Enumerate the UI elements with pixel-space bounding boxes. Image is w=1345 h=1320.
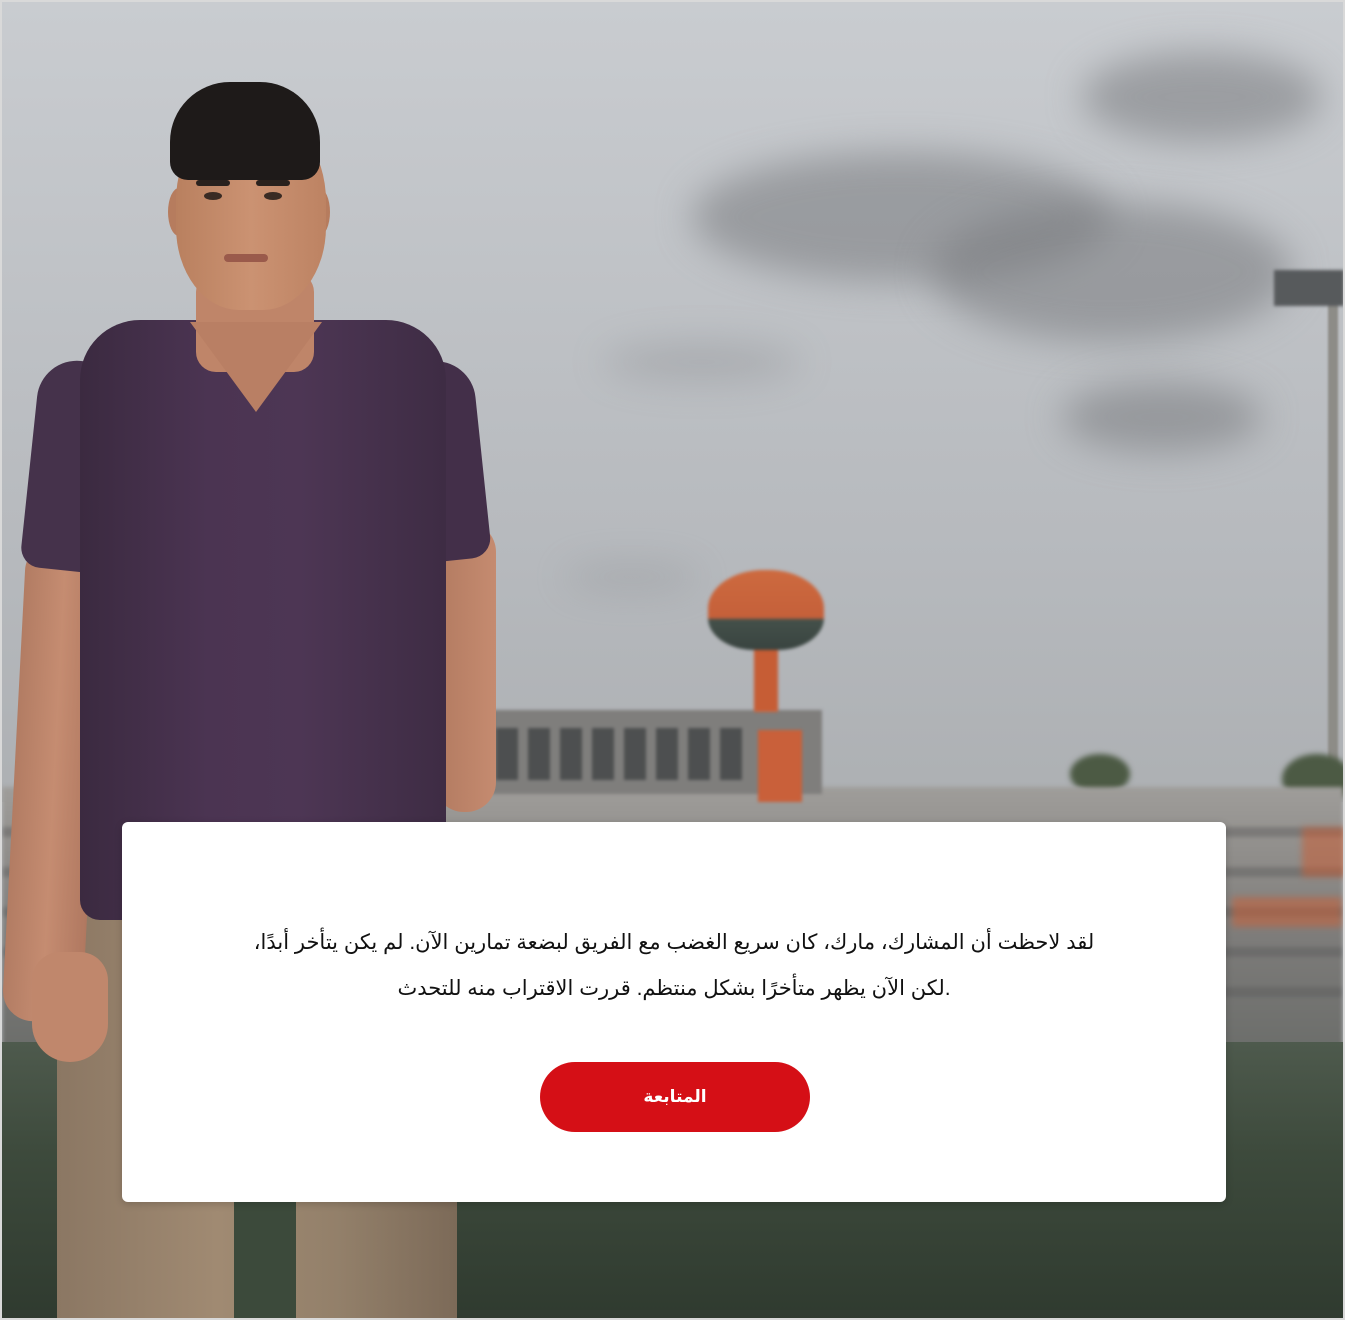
stadium-light-pole	[1328, 292, 1338, 812]
stadium-light-head	[1274, 270, 1343, 306]
water-tower	[708, 570, 824, 650]
continue-button[interactable]: المتابعة	[540, 1062, 810, 1132]
tower-entrance	[758, 730, 802, 802]
character-eye	[204, 192, 222, 200]
scenario-stage: لقد لاحظت أن المشارك، مارك، كان سريع الغ…	[0, 0, 1345, 1320]
character-mouth	[224, 254, 268, 262]
scenario-dialog: لقد لاحظت أن المشارك، مارك، كان سريع الغ…	[122, 822, 1226, 1202]
character-left-hand	[32, 952, 108, 1062]
character-hair	[170, 82, 320, 180]
water-tower-stem	[754, 642, 778, 712]
dialog-message-line-1: لقد لاحظت أن المشارك، مارك، كان سريع الغ…	[253, 931, 1095, 954]
character-eye	[264, 192, 282, 200]
dialog-message: لقد لاحظت أن المشارك، مارك، كان سريع الغ…	[182, 920, 1166, 1012]
dialog-message-line-2: .لكن الآن يظهر متأخرًا بشكل منتظم. قررت …	[397, 977, 951, 1000]
